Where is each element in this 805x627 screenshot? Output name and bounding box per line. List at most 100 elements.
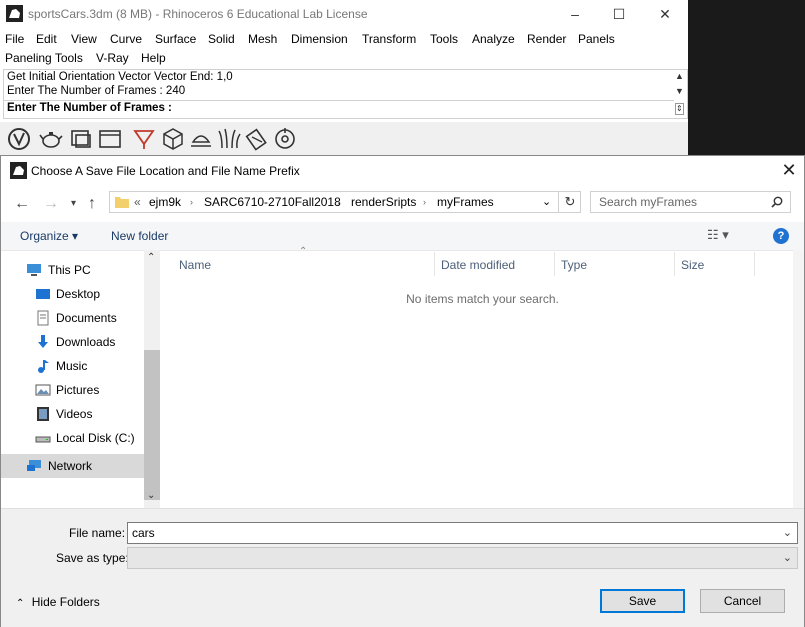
minimize-button[interactable]: –: [552, 0, 598, 28]
breadcrumb-item[interactable]: renderSripts: [351, 195, 416, 209]
teapot-icon[interactable]: [38, 126, 64, 152]
refresh-icon[interactable]: ↻: [558, 192, 581, 212]
menu-surface[interactable]: Surface: [155, 32, 196, 46]
file-name-input[interactable]: cars ⌄: [127, 522, 798, 544]
file-name-label: File name:: [69, 526, 126, 540]
search-icon: [771, 196, 783, 208]
window-icon[interactable]: [97, 126, 123, 152]
chevron-down-icon[interactable]: ⌄: [783, 526, 792, 539]
scrollbar-thumb[interactable]: [144, 350, 160, 500]
column-header-size[interactable]: Size: [681, 258, 704, 272]
navigation-pane: This PC Desktop Documents Downloads Musi…: [1, 250, 144, 508]
column-divider[interactable]: [434, 252, 435, 276]
scroll-down-icon[interactable]: ⌄: [147, 490, 155, 501]
search-placeholder: Search myFrames: [599, 195, 698, 209]
nav-item-pictures[interactable]: Pictures: [1, 378, 144, 402]
column-divider[interactable]: [674, 252, 675, 276]
command-prompt: Enter The Number of Frames :: [7, 102, 172, 114]
nav-item-local-disk[interactable]: Local Disk (C:): [1, 426, 144, 450]
nav-item-label: Desktop: [56, 287, 101, 301]
nav-item-network[interactable]: Network: [1, 454, 144, 478]
nav-item-music[interactable]: Music: [1, 354, 144, 378]
menu-curve[interactable]: Curve: [110, 32, 142, 46]
nav-item-videos[interactable]: Videos: [1, 402, 144, 426]
menu-paneling-tools[interactable]: Paneling Tools: [5, 51, 83, 65]
column-header-name[interactable]: Name: [179, 258, 211, 272]
vray-toolbar: [0, 122, 688, 156]
search-input[interactable]: Search myFrames: [590, 191, 791, 213]
cancel-button[interactable]: Cancel: [700, 589, 785, 613]
breadcrumb-item[interactable]: myFrames: [437, 195, 494, 209]
menu-edit[interactable]: Edit: [36, 32, 57, 46]
save-as-type-select[interactable]: ⌄: [127, 547, 798, 569]
back-arrow-icon[interactable]: ←: [14, 195, 30, 213]
hide-folders-label: Hide Folders: [31, 595, 100, 609]
rhino-title-bar: sportsCars.3dm (8 MB) - Rhinoceros 6 Edu…: [0, 0, 688, 28]
address-dropdown-chevron-icon[interactable]: ⌄: [542, 195, 551, 208]
spin-icon[interactable]: ⇕: [675, 103, 684, 115]
command-history-line: Get Initial Orientation Vector Vector En…: [7, 71, 233, 83]
grass-icon[interactable]: [216, 126, 242, 152]
hide-folders-button[interactable]: ⌃ Hide Folders: [16, 595, 100, 609]
help-icon[interactable]: ?: [773, 228, 789, 244]
nav-item-label: Local Disk (C:): [56, 431, 135, 445]
menu-panels[interactable]: Panels: [578, 32, 615, 46]
breadcrumb-item[interactable]: ejm9k: [149, 195, 181, 209]
command-prompt-field[interactable]: Enter The Number of Frames :: [4, 100, 674, 118]
material-icon[interactable]: [244, 126, 270, 152]
address-bar[interactable]: « ejm9k › SARC6710-2710Fall2018 › render…: [109, 191, 581, 213]
forward-arrow-icon[interactable]: →: [43, 195, 59, 213]
column-header-type[interactable]: Type: [561, 258, 587, 272]
scroll-up-icon[interactable]: ⌃: [147, 252, 155, 263]
rhino-logo-icon: [6, 5, 23, 22]
recent-locations-chevron-icon[interactable]: ▾: [71, 198, 76, 209]
nav-pane-scrollbar[interactable]: ⌃ ⌄: [144, 250, 160, 508]
render-interactive-icon[interactable]: [131, 126, 157, 152]
sort-ascending-icon: ⌃: [299, 246, 308, 257]
menu-mesh[interactable]: Mesh: [248, 32, 277, 46]
nav-item-documents[interactable]: Documents: [1, 306, 144, 330]
up-arrow-icon[interactable]: ↑: [88, 195, 96, 213]
scroll-up-icon[interactable]: ▲: [675, 71, 684, 81]
column-divider[interactable]: [754, 252, 755, 276]
menu-view[interactable]: View: [71, 32, 97, 46]
column-divider[interactable]: [554, 252, 555, 276]
light-icon[interactable]: [188, 126, 214, 152]
breadcrumb-overflow[interactable]: «: [134, 195, 141, 209]
frame-buffer-icon[interactable]: [68, 126, 94, 152]
close-window-button[interactable]: ✕: [642, 0, 688, 28]
nav-item-label: Network: [48, 459, 93, 473]
dialog-close-button[interactable]: ✕: [778, 158, 800, 182]
scroll-down-icon[interactable]: ▼: [675, 86, 684, 96]
nav-item-label: Documents: [56, 311, 117, 325]
menu-bar-row2: Paneling Tools V-Ray Help: [0, 49, 688, 68]
menu-solid[interactable]: Solid: [208, 32, 235, 46]
chevron-down-icon[interactable]: ⌄: [783, 551, 792, 564]
nav-item-this-pc[interactable]: This PC: [1, 258, 144, 282]
save-button[interactable]: Save: [600, 589, 685, 613]
menu-help[interactable]: Help: [141, 51, 166, 65]
maximize-button[interactable]: ☐: [596, 0, 642, 28]
file-list-scrollbar[interactable]: [793, 250, 804, 508]
cube-icon[interactable]: [160, 126, 186, 152]
breadcrumb-separator-icon: ›: [423, 197, 426, 207]
new-folder-button[interactable]: New folder: [111, 229, 168, 243]
breadcrumb-item[interactable]: SARC6710-2710Fall2018: [204, 195, 341, 209]
column-header-date-modified[interactable]: Date modified: [441, 258, 515, 272]
menu-analyze[interactable]: Analyze: [472, 32, 515, 46]
nav-item-label: Music: [56, 359, 88, 373]
network-icon: [27, 460, 41, 471]
nav-item-downloads[interactable]: Downloads: [1, 330, 144, 354]
organize-button[interactable]: Organize ▾: [20, 229, 78, 243]
menu-tools[interactable]: Tools: [430, 32, 458, 46]
menu-dimension[interactable]: Dimension: [291, 32, 348, 46]
nav-item-desktop[interactable]: Desktop: [1, 282, 144, 306]
menu-vray[interactable]: V-Ray: [96, 51, 129, 65]
menu-render[interactable]: Render: [527, 32, 566, 46]
command-history: Get Initial Orientation Vector Vector En…: [3, 69, 688, 119]
menu-transform[interactable]: Transform: [362, 32, 416, 46]
view-options-icon[interactable]: ☷ ▾: [707, 227, 729, 243]
settings-icon[interactable]: [272, 126, 298, 152]
vray-logo-icon[interactable]: [6, 126, 32, 152]
menu-file[interactable]: File: [5, 32, 24, 46]
